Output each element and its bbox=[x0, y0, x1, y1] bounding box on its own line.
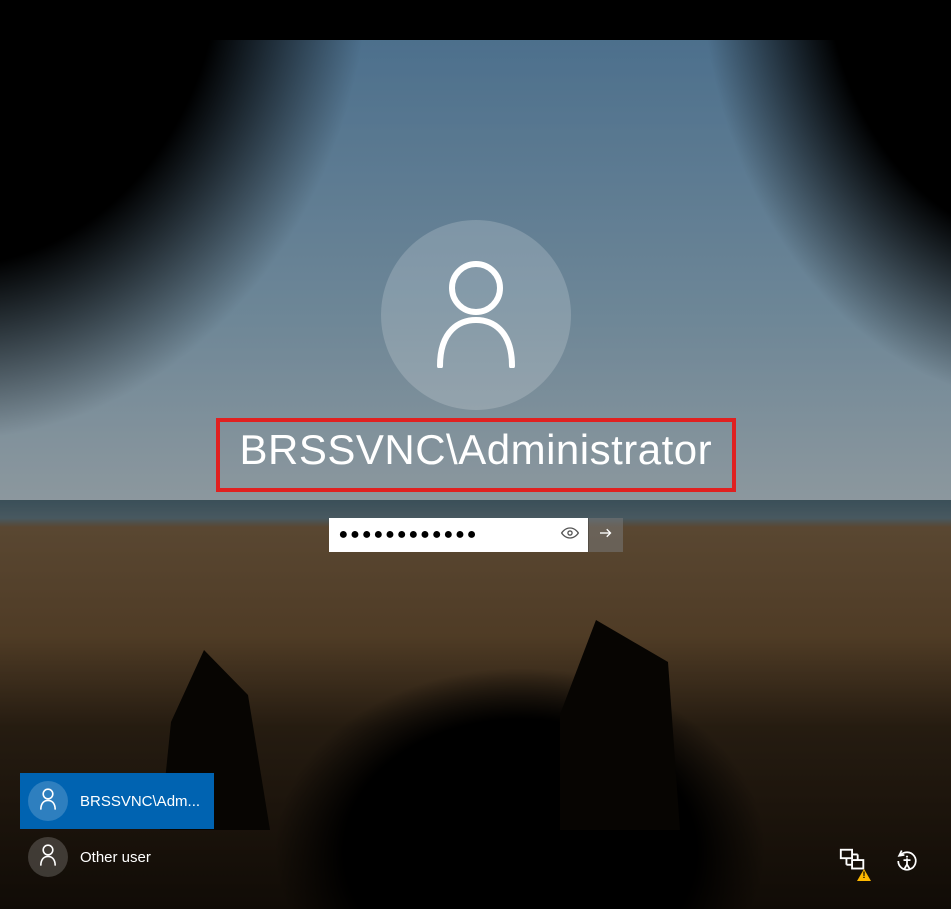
password-input[interactable] bbox=[329, 518, 588, 552]
ease-of-access-icon bbox=[893, 847, 921, 880]
user-tile-avatar bbox=[28, 837, 68, 877]
user-tile-avatar bbox=[28, 781, 68, 821]
arrow-right-icon bbox=[597, 524, 615, 547]
user-icon bbox=[38, 844, 58, 870]
password-field-wrapper bbox=[329, 518, 588, 552]
warning-badge-bang: ! bbox=[863, 870, 866, 880]
login-panel: BRSSVNC\Administrator bbox=[216, 220, 736, 552]
username-highlight-box: BRSSVNC\Administrator bbox=[216, 418, 737, 492]
user-icon bbox=[38, 788, 58, 814]
ease-of-access-button[interactable] bbox=[891, 847, 923, 879]
username-label: BRSSVNC\Administrator bbox=[240, 426, 713, 474]
submit-button[interactable] bbox=[588, 518, 623, 552]
user-tile-label: Other user bbox=[80, 849, 151, 866]
eye-icon bbox=[560, 523, 580, 548]
user-tile-other-user[interactable]: Other user bbox=[20, 829, 214, 885]
utility-buttons: ! bbox=[837, 847, 923, 879]
user-avatar bbox=[381, 220, 571, 410]
user-tile-label: BRSSVNC\Adm... bbox=[80, 793, 200, 810]
network-button[interactable]: ! bbox=[837, 847, 869, 879]
reveal-password-button[interactable] bbox=[558, 523, 582, 547]
user-tile-administrator[interactable]: BRSSVNC\Adm... bbox=[20, 773, 214, 829]
user-icon bbox=[426, 258, 526, 373]
password-row bbox=[329, 518, 623, 552]
user-switcher: BRSSVNC\Adm... Other user bbox=[20, 773, 214, 885]
